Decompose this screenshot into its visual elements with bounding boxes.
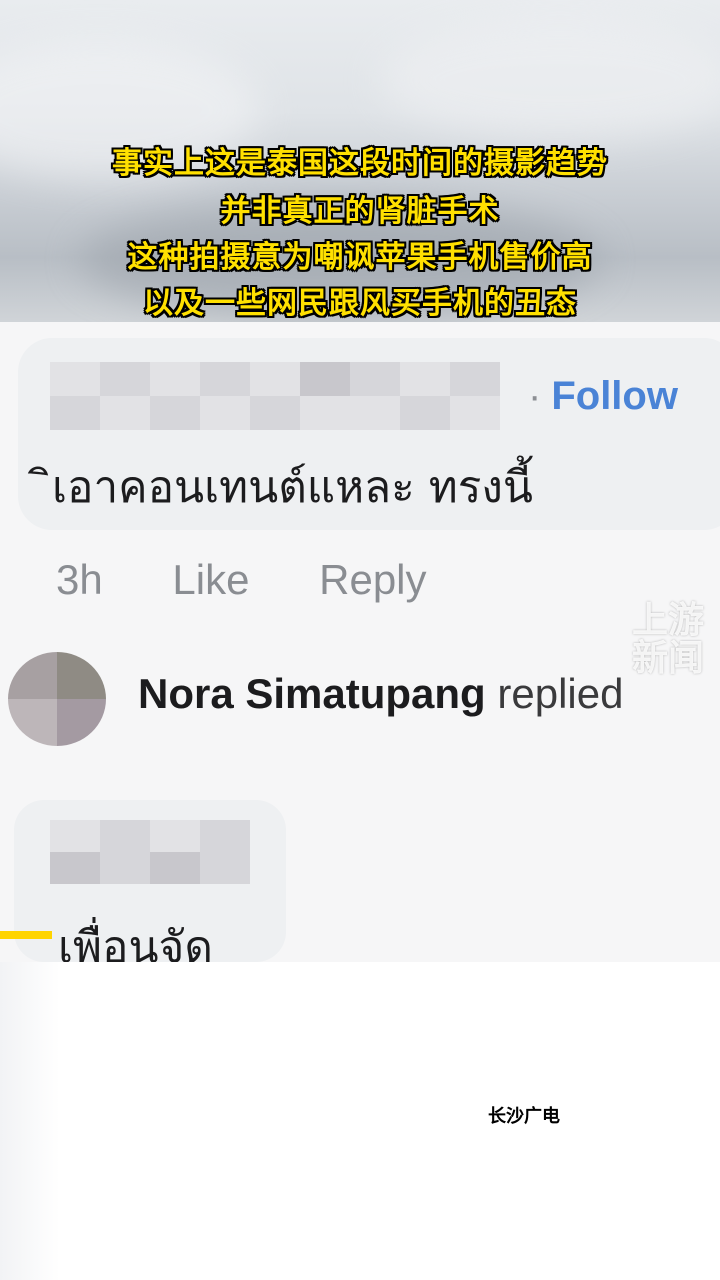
follow-label: Follow [551,374,678,418]
edge-shade [0,962,60,1280]
pixel [150,362,200,396]
shangyou-news-watermark: 上游 新闻 [632,602,712,678]
like-button[interactable]: Like [172,556,249,603]
separator-dot: · [528,374,542,418]
follow-link[interactable]: · Follow [528,374,678,419]
pixel [250,362,300,396]
pixel [350,362,400,396]
pixel [300,362,350,396]
pixel [400,396,450,430]
accent-bar [0,931,52,939]
pixel [100,396,150,430]
blur-shape [380,20,720,140]
pixel [200,396,250,430]
pixel [200,362,250,396]
censored-username [50,362,500,430]
pixel [100,852,150,884]
reply-button[interactable]: Reply [319,556,426,603]
watermark-line-2: 新闻 [632,638,705,679]
pixel [50,362,100,396]
pixel [300,396,350,430]
comment-text: ิเอาคอนเทนต์แหละ ทรงนี้ [52,462,533,513]
pixel [100,362,150,396]
replier-name: Nora Simatupang [138,670,486,717]
avatar[interactable] [8,652,106,746]
pixel [350,396,400,430]
pixel [100,820,150,852]
pixel [250,396,300,430]
pixel [200,820,250,852]
replied-notice[interactable]: Nora Simatupang replied [138,670,623,718]
pixel [450,396,500,430]
comment-actions: 3h Like Reply [56,556,485,604]
pixel [450,362,500,396]
pixel [150,852,200,884]
subtitle-line-3: 这种拍摄意为嘲讽苹果手机售价高 [127,240,593,275]
pixel [50,852,100,884]
pixel [50,820,100,852]
pixel [200,852,250,884]
censored-username [50,820,250,884]
comment-timestamp: 3h [56,556,103,603]
station-label: 长沙广电 [488,1106,560,1127]
video-background-bottom [0,962,720,1280]
subtitle-line-1: 事实上这是泰国这段时间的摄影趋势 [112,146,608,181]
watermark-line-1: 上游 [632,600,705,641]
subtitle-line-4: 以及一些网民跟风买手机的丑态 [143,286,577,321]
subtitle-line-2: 并非真正的肾脏手术 [220,194,500,229]
pixel [150,820,200,852]
pixel [50,396,100,430]
pixel [150,396,200,430]
pixel [400,362,450,396]
replied-label: replied [497,670,624,717]
